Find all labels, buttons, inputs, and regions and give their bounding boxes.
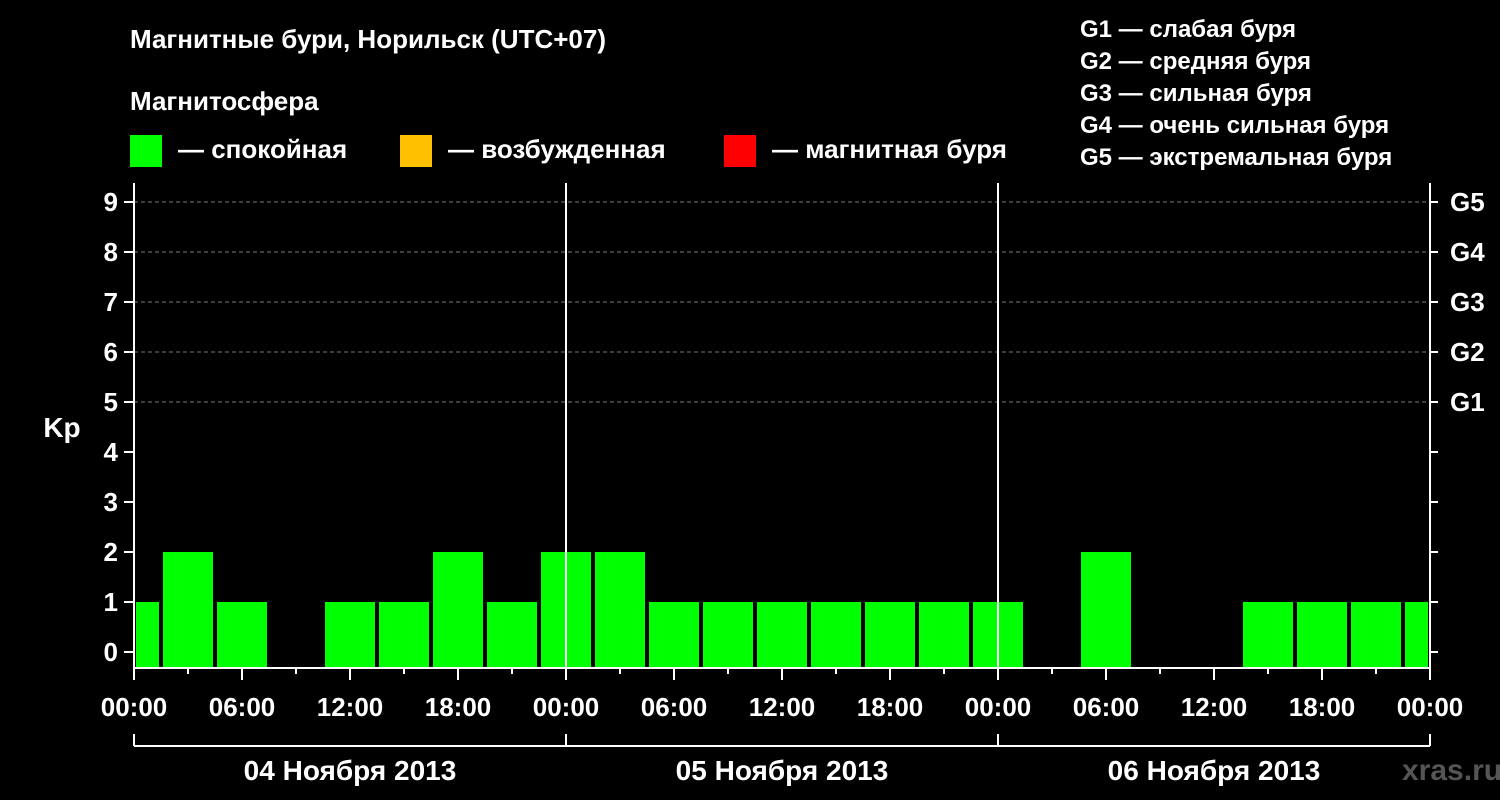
x-tick-label: 06:00 xyxy=(641,692,708,722)
y-tick-label: 6 xyxy=(104,337,118,367)
date-label: 06 Ноября 2013 xyxy=(1108,755,1321,786)
kp-bar xyxy=(919,602,969,668)
kp-bar xyxy=(595,552,645,668)
g-scale-label: G1 xyxy=(1450,387,1485,417)
g-scale-label: G4 xyxy=(1450,237,1485,267)
kp-bar xyxy=(487,602,537,668)
kp-bar xyxy=(1405,602,1428,668)
y-tick-label: 5 xyxy=(104,387,118,417)
y-tick-label: 4 xyxy=(104,437,119,467)
kp-bar xyxy=(1081,552,1131,668)
x-tick-label: 06:00 xyxy=(1073,692,1140,722)
kp-bar xyxy=(1243,602,1293,668)
kp-bar xyxy=(163,552,213,668)
g-scale-label: G2 xyxy=(1450,337,1485,367)
x-tick-label: 12:00 xyxy=(1181,692,1248,722)
kp-bar xyxy=(1351,602,1401,668)
y-tick-label: 7 xyxy=(104,287,118,317)
y-tick-label: 1 xyxy=(104,587,118,617)
x-tick-label: 18:00 xyxy=(425,692,492,722)
kp-bar xyxy=(433,552,483,668)
y-axis-label: Kp xyxy=(43,412,80,443)
x-tick-label: 00:00 xyxy=(1397,692,1464,722)
kp-bar xyxy=(865,602,915,668)
kp-bar xyxy=(1297,602,1347,668)
kp-bar xyxy=(217,602,267,668)
kp-bar xyxy=(379,602,429,668)
g-scale-label: G5 xyxy=(1450,187,1485,217)
x-tick-label: 12:00 xyxy=(749,692,816,722)
g-scale-label: G3 xyxy=(1450,287,1485,317)
date-label: 04 Ноября 2013 xyxy=(244,755,457,786)
kp-bar xyxy=(757,602,807,668)
y-tick-label: 8 xyxy=(104,237,118,267)
y-tick-label: 0 xyxy=(104,637,118,667)
x-tick-label: 00:00 xyxy=(965,692,1032,722)
kp-bar xyxy=(136,602,159,668)
x-tick-label: 00:00 xyxy=(533,692,600,722)
y-tick-label: 2 xyxy=(104,537,118,567)
x-tick-label: 00:00 xyxy=(101,692,168,722)
kp-bar xyxy=(703,602,753,668)
y-tick-label: 3 xyxy=(104,487,118,517)
x-tick-label: 12:00 xyxy=(317,692,384,722)
kp-bar xyxy=(649,602,699,668)
x-tick-label: 06:00 xyxy=(209,692,276,722)
kp-bar xyxy=(325,602,375,668)
date-label: 05 Ноября 2013 xyxy=(676,755,889,786)
kp-chart: 0 1 2 3 4 5 6 7 8 9 G1 G2 G3 G4 G5 Kp 00:00 06:00 12:00 18:… xyxy=(43,183,1485,786)
x-tick-label: 18:00 xyxy=(857,692,924,722)
y-tick-label: 9 xyxy=(104,187,118,217)
kp-bar xyxy=(811,602,861,668)
x-tick-label: 18:00 xyxy=(1289,692,1356,722)
watermark: xras.ru xyxy=(1402,754,1500,787)
